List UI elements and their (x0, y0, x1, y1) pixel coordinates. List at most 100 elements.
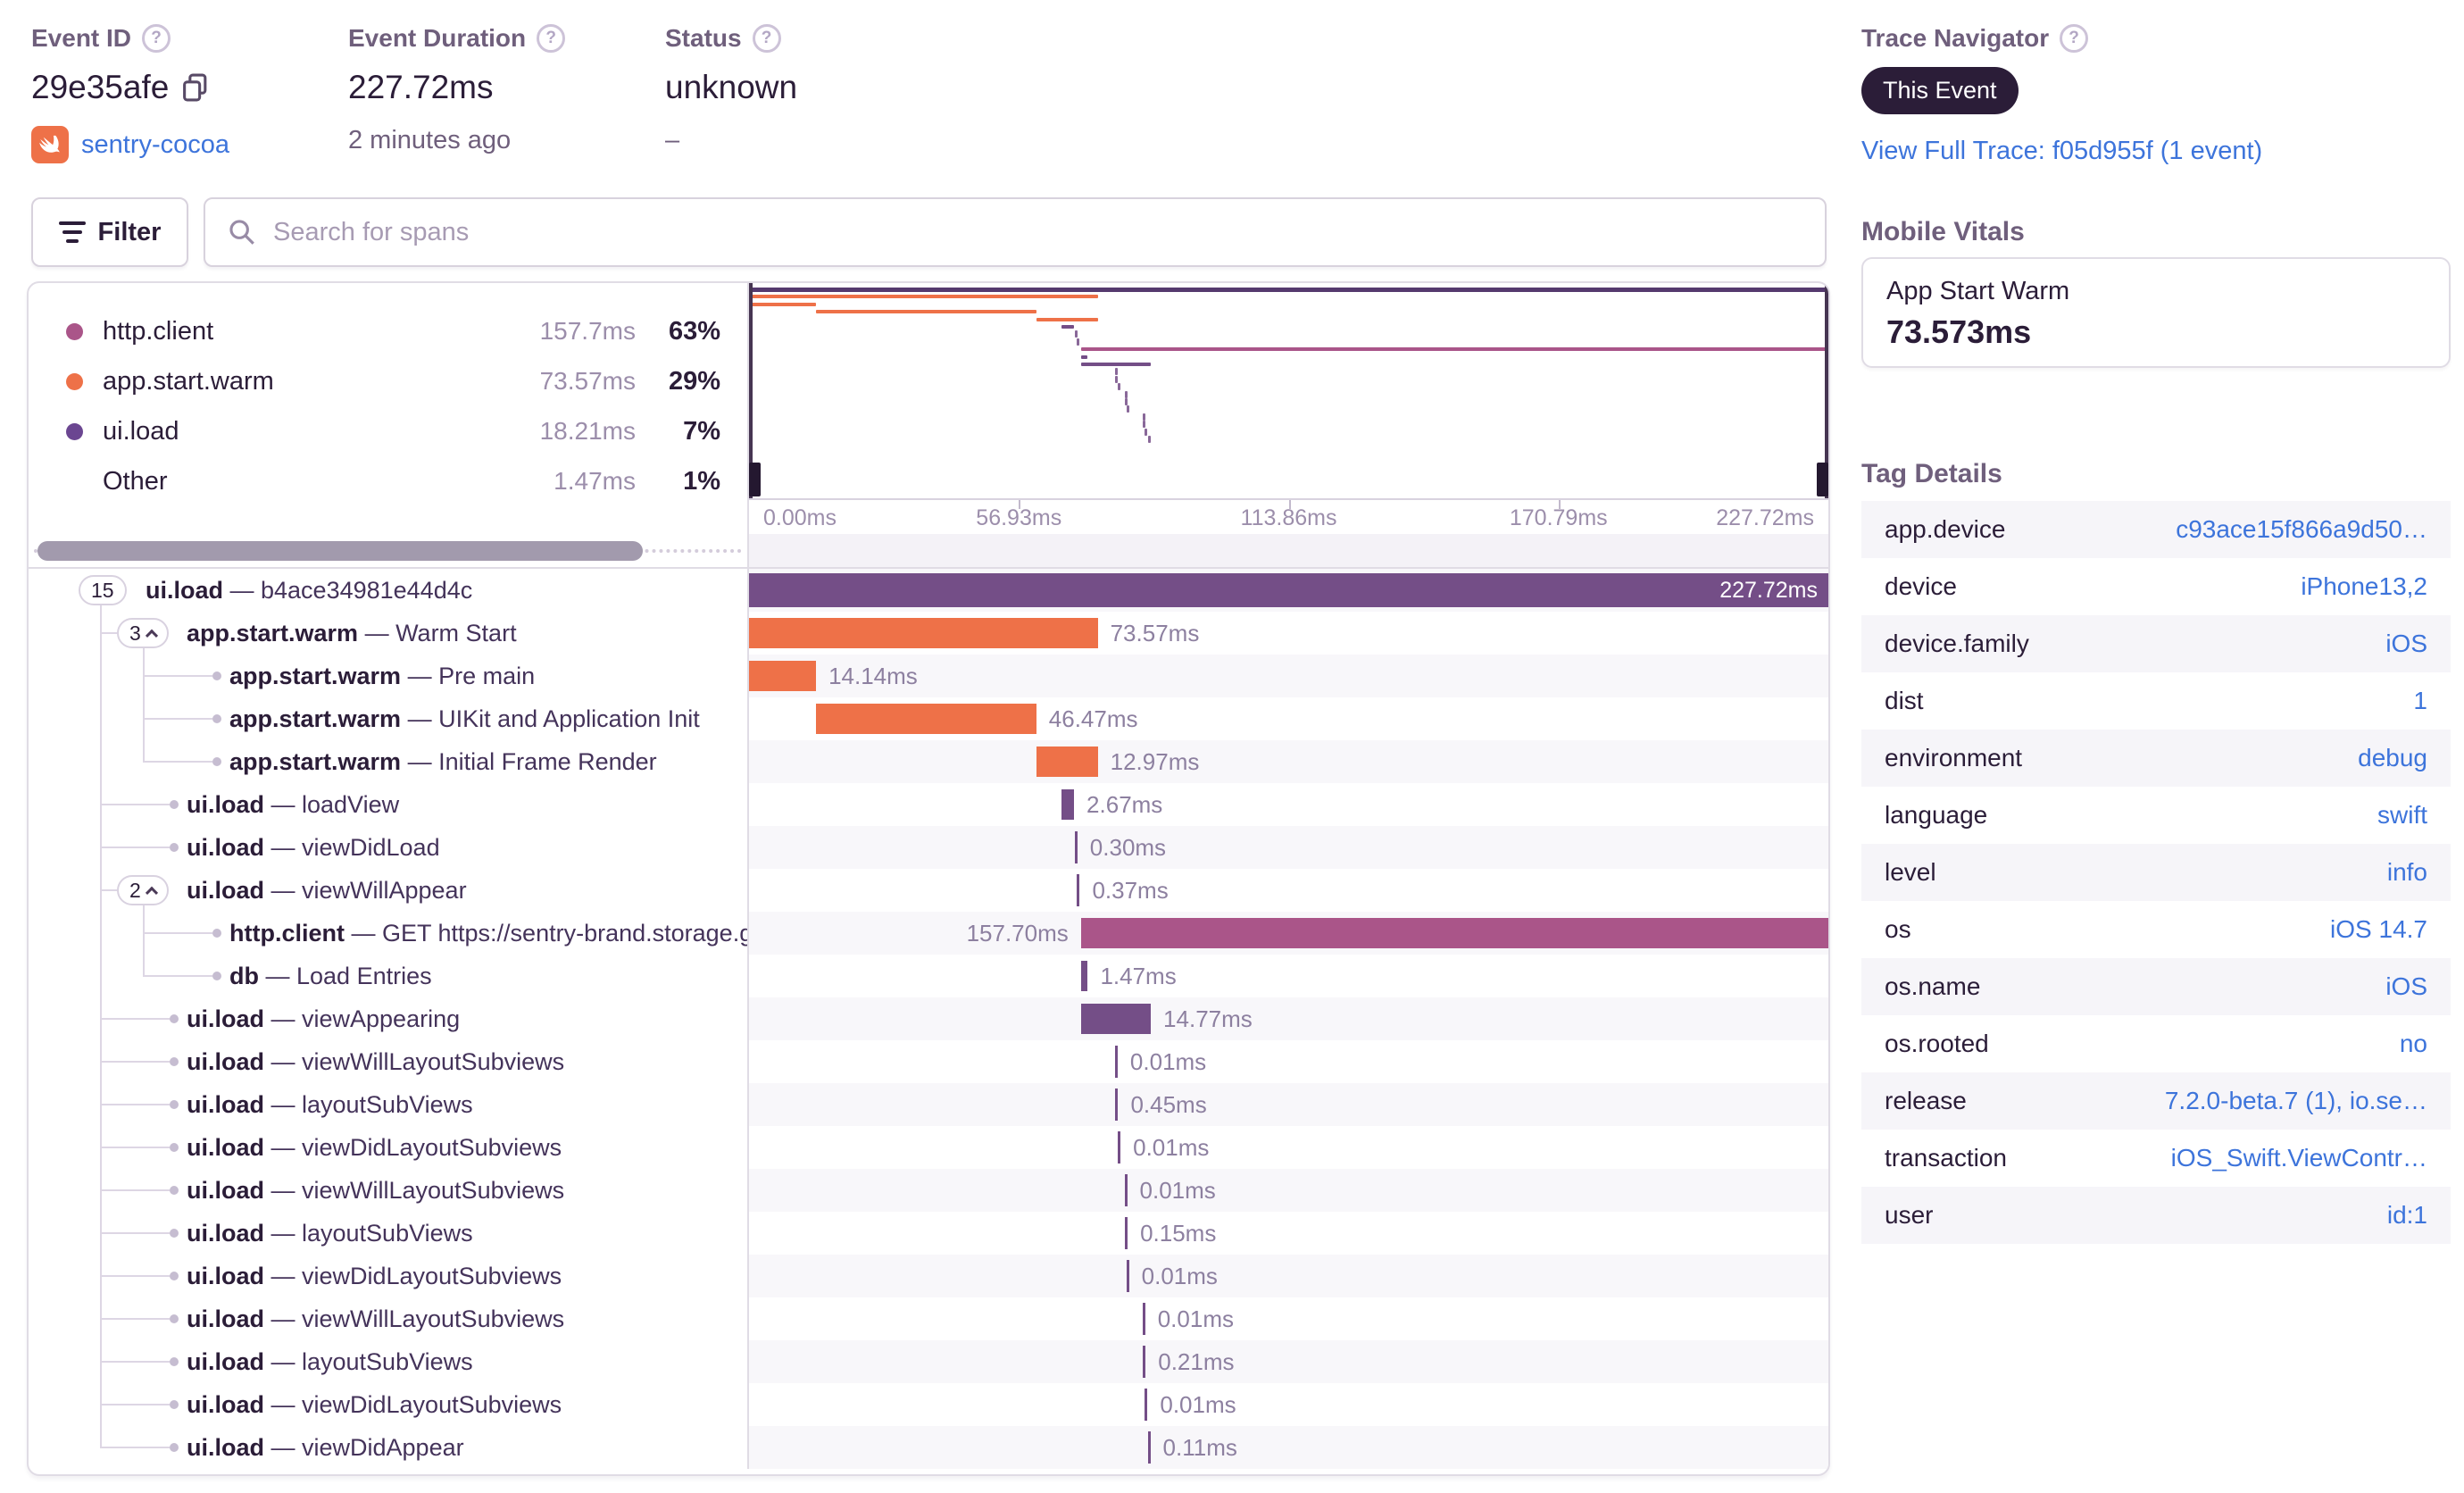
span-bar-row[interactable]: 73.57ms (749, 612, 1828, 655)
span-bar-row[interactable]: 0.01ms (749, 1169, 1828, 1212)
help-icon[interactable]: ? (142, 24, 171, 53)
span-duration-tick[interactable] (1142, 1303, 1145, 1335)
span-tree-row[interactable]: ui.load — viewDidAppear (29, 1426, 747, 1469)
span-duration-tick[interactable] (1124, 1174, 1128, 1206)
span-duration-tick[interactable] (1077, 874, 1080, 906)
span-tree-row[interactable]: ui.load — viewWillLayoutSubviews (29, 1297, 747, 1340)
tag-value-link[interactable]: c93ace15f866a9d50… (2176, 515, 2427, 544)
span-tree-row[interactable]: ui.load — layoutSubViews (29, 1083, 747, 1126)
span-tree-row[interactable]: ui.load — viewDidLoad (29, 826, 747, 869)
tag-value-link[interactable]: id:1 (2387, 1201, 2427, 1230)
span-duration-tick[interactable] (1125, 1217, 1128, 1249)
span-tree-row[interactable]: ui.load — viewDidLayoutSubviews (29, 1383, 747, 1426)
span-duration-bar[interactable] (749, 661, 817, 691)
legend-item[interactable]: http.client 157.7ms 63% (29, 306, 747, 356)
span-bar-row[interactable]: 0.30ms (749, 826, 1828, 869)
minimap[interactable]: 0.00ms 56.93ms 113.86ms 170.79ms 227.72ms (749, 283, 1828, 534)
span-duration-bar[interactable] (816, 704, 1036, 734)
span-bar-row[interactable]: 227.72ms (749, 569, 1828, 612)
tag-value-link[interactable]: iPhone13,2 (2301, 572, 2427, 601)
span-bar-row[interactable]: 46.47ms (749, 697, 1828, 740)
span-bar-row[interactable]: 157.70ms (749, 912, 1828, 955)
span-bar-row[interactable]: 0.01ms (749, 1126, 1828, 1169)
search-input[interactable] (273, 217, 1803, 247)
span-duration-bar[interactable] (1080, 918, 1828, 948)
tag-value-link[interactable]: iOS_Swift.ViewContr… (2171, 1144, 2427, 1172)
span-bar-row[interactable]: 0.01ms (749, 1297, 1828, 1340)
span-bar-row[interactable]: 0.01ms (749, 1040, 1828, 1083)
span-expand-badge[interactable]: 3 (117, 618, 169, 648)
tag-value-link[interactable]: iOS 14.7 (2330, 915, 2427, 944)
help-icon[interactable]: ? (752, 24, 781, 53)
span-duration-tick[interactable] (1118, 1131, 1121, 1164)
span-expand-badge[interactable]: 15 (79, 575, 127, 605)
span-duration-bar[interactable] (1036, 746, 1098, 777)
span-duration-bar[interactable] (749, 618, 1098, 648)
tag-table: app.device c93ace15f866a9d50… device iPhone… (1861, 501, 2451, 1244)
tag-value-link[interactable]: iOS (2385, 630, 2427, 658)
span-bar-row[interactable]: 0.15ms (749, 1212, 1828, 1255)
tag-value-link[interactable]: no (2400, 1030, 2427, 1058)
span-tree-row[interactable]: 2 ui.load — viewWillAppear (29, 869, 747, 912)
help-icon[interactable]: ? (2060, 24, 2089, 53)
span-tree-row[interactable]: ui.load — viewDidLayoutSubviews (29, 1126, 747, 1169)
span-bar-row[interactable]: 0.01ms (749, 1255, 1828, 1297)
span-duration-tick[interactable] (1126, 1260, 1129, 1292)
span-duration-tick[interactable] (1114, 1046, 1118, 1078)
filter-button[interactable]: Filter (31, 197, 188, 267)
span-bar-row[interactable]: 0.37ms (749, 869, 1828, 912)
span-tree-row[interactable]: 15 ui.load — b4ace34981e44d4c (29, 569, 747, 612)
span-search[interactable] (204, 197, 1827, 267)
span-tree-row[interactable]: ui.load — loadView (29, 783, 747, 826)
span-bar-row[interactable]: 12.97ms (749, 740, 1828, 783)
span-bar-row[interactable]: 14.14ms (749, 655, 1828, 697)
span-bar-row[interactable]: 2.67ms (749, 783, 1828, 826)
tree-connector (100, 1275, 170, 1277)
scrollbar-thumb[interactable] (37, 541, 643, 561)
tag-value-link[interactable]: info (2387, 858, 2427, 887)
span-duration-tick[interactable] (1115, 1088, 1119, 1121)
view-full-trace-link[interactable]: View Full Trace: f05d955f (1 event) (1861, 137, 2262, 166)
span-tree-row[interactable]: app.start.warm — UIKit and Application I… (29, 697, 747, 740)
span-tree-row[interactable]: app.start.warm — Pre main (29, 655, 747, 697)
span-bar-row[interactable]: 1.47ms (749, 955, 1828, 997)
span-tree-row[interactable]: ui.load — viewWillLayoutSubviews (29, 1169, 747, 1212)
minimap-left-handle[interactable] (749, 463, 761, 496)
span-bar-row[interactable]: 0.01ms (749, 1383, 1828, 1426)
span-tree-row[interactable]: ui.load — layoutSubViews (29, 1340, 747, 1383)
app-start-warm-card[interactable]: App Start Warm 73.573ms (1861, 257, 2451, 368)
span-duration-tick[interactable] (1143, 1346, 1146, 1378)
copy-icon[interactable] (181, 72, 210, 103)
span-duration-tick[interactable] (1074, 831, 1078, 863)
span-bar-row[interactable]: 14.77ms (749, 997, 1828, 1040)
span-duration-tick[interactable] (1147, 1431, 1151, 1464)
span-bar-row[interactable]: 0.21ms (749, 1340, 1828, 1383)
span-tree-row[interactable]: 3 app.start.warm — Warm Start (29, 612, 747, 655)
span-tree-row[interactable]: ui.load — viewAppearing (29, 997, 747, 1040)
span-tree-row[interactable]: ui.load — layoutSubViews (29, 1212, 747, 1255)
span-tree-row[interactable]: ui.load — viewWillLayoutSubviews (29, 1040, 747, 1083)
tag-value-link[interactable]: 7.2.0-beta.7 (1), io.se… (2165, 1087, 2427, 1115)
legend-item[interactable]: app.start.warm 73.57ms 29% (29, 356, 747, 406)
span-tree-row[interactable]: app.start.warm — Initial Frame Render (29, 740, 747, 783)
span-bar-row[interactable]: 0.45ms (749, 1083, 1828, 1126)
span-duration-tick[interactable] (1145, 1389, 1148, 1421)
tag-value-link[interactable]: debug (2358, 744, 2427, 772)
span-expand-badge[interactable]: 2 (117, 875, 169, 905)
legend-item[interactable]: ui.load 18.21ms 7% (29, 406, 747, 456)
span-duration-bar[interactable] (1080, 1004, 1152, 1034)
project-link[interactable]: sentry-cocoa (81, 130, 229, 160)
span-duration-bar[interactable] (1061, 789, 1075, 820)
tag-value-link[interactable]: 1 (2413, 687, 2427, 715)
legend-item[interactable]: Other 1.47ms 1% (29, 456, 747, 506)
tag-value-link[interactable]: swift (2377, 801, 2427, 830)
span-bar-row[interactable]: 0.11ms (749, 1426, 1828, 1469)
help-icon[interactable]: ? (537, 24, 566, 53)
tag-value-link[interactable]: iOS (2385, 972, 2427, 1001)
span-duration-bar[interactable] (1080, 961, 1088, 991)
minimap-right-handle[interactable] (1817, 463, 1828, 496)
span-tree-row[interactable]: http.client — GET https://sentry-brand.s… (29, 912, 747, 955)
span-tree-row[interactable]: ui.load — viewDidLayoutSubviews (29, 1255, 747, 1297)
span-duration-bar[interactable] (749, 573, 1828, 607)
span-tree-row[interactable]: db — Load Entries (29, 955, 747, 997)
